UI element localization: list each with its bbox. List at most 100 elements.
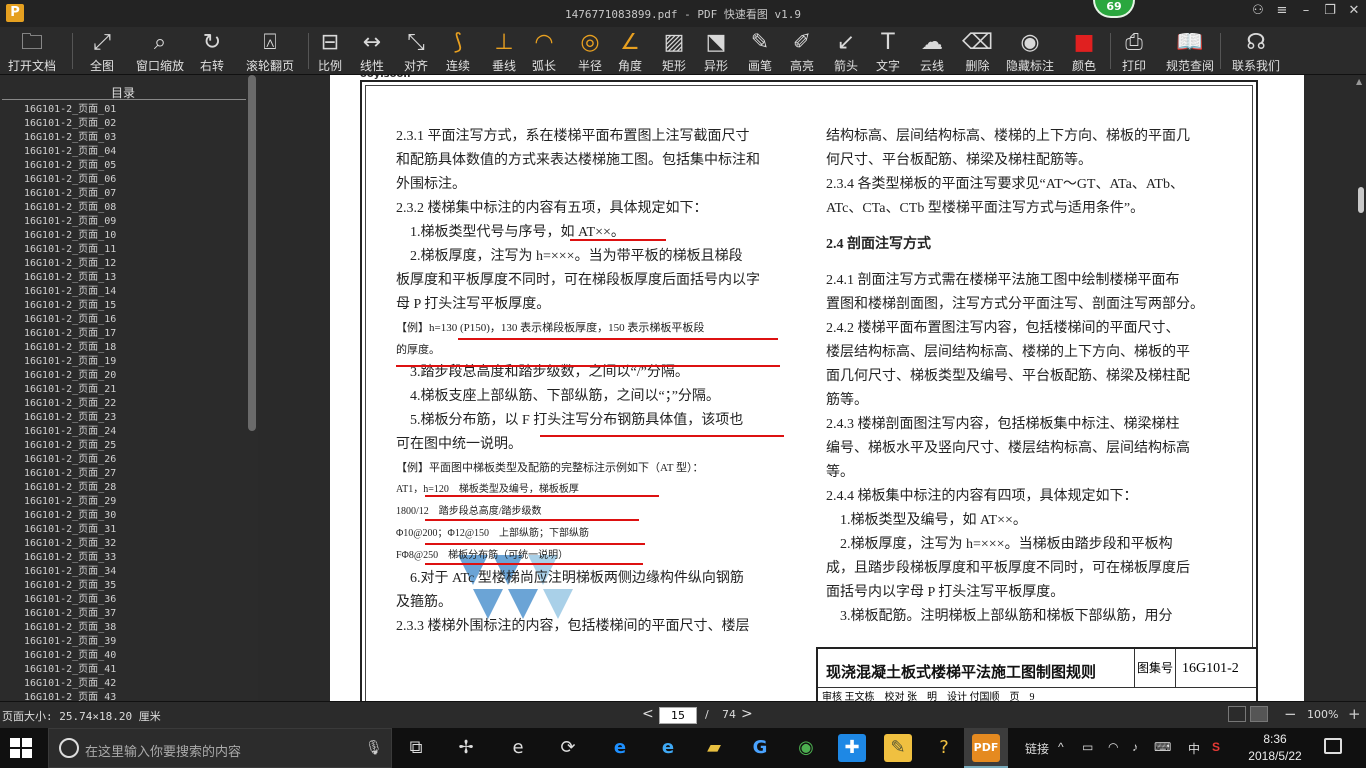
toc-item[interactable]: 16G101-2_页面_20 — [24, 369, 244, 383]
toolbar-button-scale[interactable]: ⊟ 比例 — [318, 29, 342, 73]
pdf-viewer-taskbar-icon[interactable]: PDF — [972, 734, 1000, 762]
toc-item[interactable]: 16G101-2_页面_22 — [24, 397, 244, 411]
ie-icon[interactable]: e — [654, 734, 682, 762]
green-browser-icon[interactable]: ◉ — [792, 734, 820, 762]
toc-item[interactable]: 16G101-2_页面_06 — [24, 173, 244, 187]
document-viewer[interactable]: ooyisoon 2.3.1 平面注写方式，系在楼梯平面布置图上注写截面尺寸和配… — [258, 75, 1366, 701]
windows-start-icon[interactable] — [10, 738, 32, 758]
g-app-icon[interactable]: G — [746, 734, 774, 762]
volume-icon[interactable]: ♪ — [1132, 740, 1138, 754]
toc-item[interactable]: 16G101-2_页面_30 — [24, 509, 244, 523]
toolbar-button-angle[interactable]: ∠ 角度 — [618, 29, 642, 73]
prev-page-button[interactable]: < — [642, 706, 654, 722]
wifi-icon[interactable]: ◠ — [1108, 740, 1118, 754]
tray-link-label[interactable]: 链接 — [1025, 740, 1049, 757]
notes-app-icon[interactable]: ✎ — [884, 734, 912, 762]
toc-item[interactable]: 16G101-2_页面_15 — [24, 299, 244, 313]
toc-item[interactable]: 16G101-2_页面_21 — [24, 383, 244, 397]
tray-overflow-icon[interactable]: ^ — [1058, 740, 1064, 754]
zoom-out-icon[interactable]: − — [1284, 705, 1297, 723]
toc-item[interactable]: 16G101-2_页面_05 — [24, 159, 244, 173]
toc-item[interactable]: 16G101-2_页面_31 — [24, 523, 244, 537]
toc-item[interactable]: 16G101-2_页面_43 — [24, 691, 244, 701]
page-scrollbar-track[interactable]: ▲ — [1354, 75, 1366, 701]
toc-item[interactable]: 16G101-2_页面_40 — [24, 649, 244, 663]
toolbar-button-continuous-measure[interactable]: ⟆ 连续 — [446, 29, 470, 73]
fan-app-icon[interactable]: ✢ — [452, 734, 480, 762]
toc-item[interactable]: 16G101-2_页面_23 — [24, 411, 244, 425]
toc-item[interactable]: 16G101-2_页面_19 — [24, 355, 244, 369]
toolbar-button-mouse[interactable]: ⍓ 滚轮翻页 — [246, 29, 294, 73]
edge-browser-icon[interactable]: e — [606, 734, 634, 762]
toc-item[interactable]: 16G101-2_页面_02 — [24, 117, 244, 131]
toc-item[interactable]: 16G101-2_页面_28 — [24, 481, 244, 495]
toc-item[interactable]: 16G101-2_页面_27 — [24, 467, 244, 481]
toolbar-button-radius[interactable]: ◎ 半径 — [578, 29, 602, 73]
toolbar-button-hide-annotation[interactable]: ◉ 隐藏标注 — [1006, 29, 1054, 73]
toc-item[interactable]: 16G101-2_页面_35 — [24, 579, 244, 593]
blue-app-icon[interactable]: ✚ — [838, 734, 866, 762]
toolbar-button-rectangle-area[interactable]: ▨ 矩形 — [662, 29, 686, 73]
user-icon[interactable]: ⚇ — [1248, 3, 1268, 18]
toc-item[interactable]: 16G101-2_页面_36 — [24, 593, 244, 607]
toc-item[interactable]: 16G101-2_页面_11 — [24, 243, 244, 257]
page-number-input[interactable]: 15 — [659, 707, 697, 724]
toc-item[interactable]: 16G101-2_页面_07 — [24, 187, 244, 201]
scroll-up-icon[interactable]: ▲ — [1356, 77, 1362, 86]
help-app-icon[interactable]: ? — [930, 734, 958, 762]
toolbar-button-align-measure[interactable]: ⤡ 对齐 — [404, 29, 428, 73]
toc-item[interactable]: 16G101-2_页面_08 — [24, 201, 244, 215]
page-scrollbar-thumb[interactable] — [1358, 187, 1364, 213]
toolbar-button-folder[interactable]: 🗀 打开文档 — [8, 29, 56, 73]
toolbar-button-support[interactable]: ☊ 联系我们 — [1232, 29, 1280, 73]
toolbar-button-polygon-area[interactable]: ⬔ 异形 — [704, 29, 728, 73]
toc-item[interactable]: 16G101-2_页面_24 — [24, 425, 244, 439]
file-explorer-icon[interactable]: ▰ — [700, 734, 728, 762]
system-clock[interactable]: 8:36 2018/5/22 — [1240, 731, 1310, 765]
toc-item[interactable]: 16G101-2_页面_39 — [24, 635, 244, 649]
next-page-button[interactable]: > — [741, 706, 753, 722]
toc-scrollbar[interactable] — [248, 75, 256, 431]
ime-indicator[interactable]: 中 — [1188, 740, 1200, 757]
toc-item[interactable]: 16G101-2_页面_17 — [24, 327, 244, 341]
keyboard-icon[interactable]: ⌨ — [1154, 740, 1171, 754]
zoom-level[interactable]: 100% — [1307, 708, 1338, 721]
toc-item[interactable]: 16G101-2_页面_14 — [24, 285, 244, 299]
toc-item[interactable]: 16G101-2_页面_16 — [24, 313, 244, 327]
toolbar-button-color[interactable]: ■ 颜色 — [1072, 29, 1096, 73]
toolbar-button-perpendicular[interactable]: ⊥ 垂线 — [492, 29, 516, 73]
toc-item[interactable]: 16G101-2_页面_29 — [24, 495, 244, 509]
menu-icon[interactable]: ≡ — [1272, 3, 1292, 18]
zoom-in-icon[interactable]: + — [1348, 705, 1361, 723]
toolbar-button-pencil[interactable]: ✎ 画笔 — [748, 29, 772, 73]
toc-item[interactable]: 16G101-2_页面_12 — [24, 257, 244, 271]
toolbar-button-magnifier[interactable]: ⌕ 窗口缩放 — [136, 29, 184, 73]
toc-item[interactable]: 16G101-2_页面_34 — [24, 565, 244, 579]
action-center-icon[interactable] — [1324, 738, 1342, 754]
toc-item[interactable]: 16G101-2_页面_13 — [24, 271, 244, 285]
toolbar-button-text[interactable]: T 文字 — [876, 29, 900, 73]
minimize-icon[interactable]: – — [1296, 3, 1316, 18]
toc-item[interactable]: 16G101-2_页面_25 — [24, 439, 244, 453]
toc-item[interactable]: 16G101-2_页面_38 — [24, 621, 244, 635]
toc-item[interactable]: 16G101-2_页面_37 — [24, 607, 244, 621]
toc-item[interactable]: 16G101-2_页面_01 — [24, 103, 244, 117]
restore-icon[interactable]: ❐ — [1320, 3, 1340, 18]
toc-item[interactable]: 16G101-2_页面_10 — [24, 229, 244, 243]
battery-icon[interactable]: ▭ — [1082, 740, 1093, 754]
close-icon[interactable]: ✕ — [1344, 3, 1364, 18]
toc-item[interactable]: 16G101-2_页面_03 — [24, 131, 244, 145]
sogou-ime-icon[interactable]: S — [1212, 740, 1220, 754]
double-page-view-icon[interactable] — [1228, 706, 1246, 722]
toolbar-button-eraser[interactable]: ⌫ 删除 — [962, 29, 993, 73]
toc-item[interactable]: 16G101-2_页面_18 — [24, 341, 244, 355]
toc-item[interactable]: 16G101-2_页面_33 — [24, 551, 244, 565]
toolbar-button-arc-length[interactable]: ◠ 弧长 — [532, 29, 556, 73]
swirl-app-icon[interactable]: ⟳ — [554, 734, 582, 762]
toc-item[interactable]: 16G101-2_页面_41 — [24, 663, 244, 677]
toc-item[interactable]: 16G101-2_页面_42 — [24, 677, 244, 691]
toolbar-button-linear-measure[interactable]: ↔ 线性 — [360, 29, 384, 73]
single-page-view-icon[interactable] — [1250, 706, 1268, 722]
toc-item[interactable]: 16G101-2_页面_04 — [24, 145, 244, 159]
taskbar-search[interactable]: 在这里输入你要搜索的内容 🎙 — [48, 728, 392, 768]
